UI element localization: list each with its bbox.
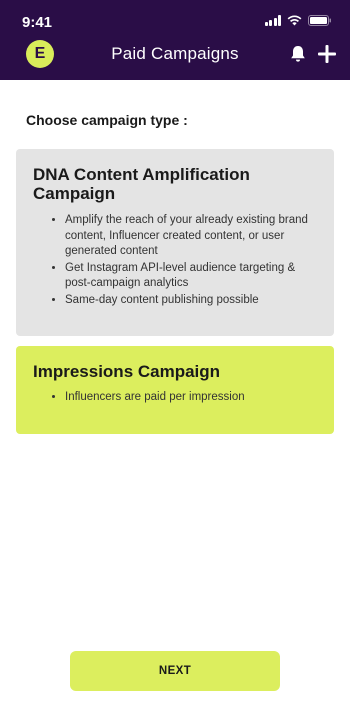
nav-bar: E Paid Campaigns [0,40,350,80]
status-icons [264,15,333,26]
wifi-icon [287,15,302,26]
status-bar: 9:41 [0,0,350,40]
bullet-item: Influencers are paid per impression [65,390,318,406]
campaign-type-prompt: Choose campaign type : [26,112,188,128]
status-time: 9:41 [22,14,53,31]
impressions-campaign-card[interactable]: Impressions Campaign Influencers are pai… [16,346,334,434]
card-bullets: Influencers are paid per impression [33,390,318,406]
bullet-item: Amplify the reach of your already existi… [65,213,318,260]
card-title: Impressions Campaign [33,362,221,381]
bullet-item: Get Instagram API-level audience targeti… [65,261,318,292]
card-title: DNA Content Amplification Campaign [33,165,250,203]
plus-icon[interactable] [316,43,338,65]
bell-icon[interactable] [290,45,306,63]
bullet-item: Same-day content publishing possible [65,293,318,309]
signal-icon [264,15,281,26]
dna-campaign-card[interactable]: DNA Content Amplification Campaign Ampli… [16,149,334,336]
card-bullets: Amplify the reach of your already existi… [33,213,318,308]
battery-icon [308,15,332,26]
next-button[interactable]: NEXT [70,651,280,691]
app-header: 9:41 E Paid Campaigns [0,0,350,80]
